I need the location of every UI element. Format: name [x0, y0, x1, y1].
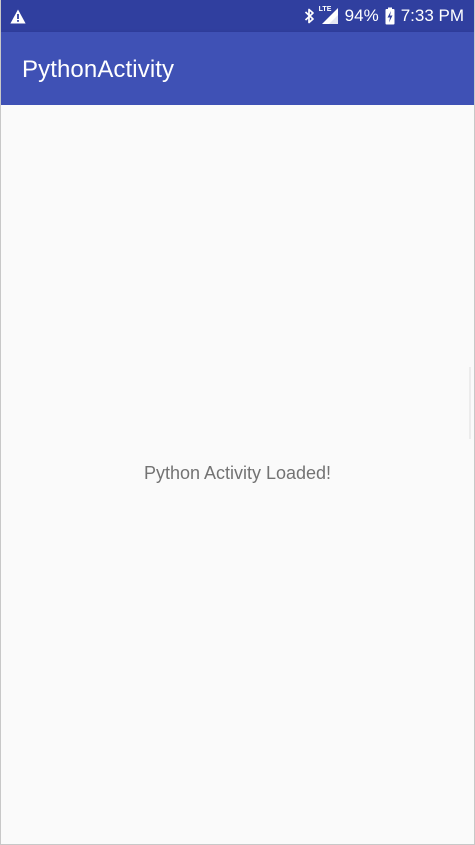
status-indicators: LTE 94% 7:33 PM — [304, 0, 464, 32]
status-time: 7:33 PM — [400, 6, 464, 25]
status-bar: LTE 94% 7:33 PM — [1, 0, 474, 32]
app-bar: PythonActivity — [1, 32, 474, 105]
scrollbar[interactable] — [469, 367, 471, 439]
app-title: PythonActivity — [22, 56, 175, 83]
warning-triangle-icon — [10, 8, 26, 24]
bluetooth-icon — [304, 7, 315, 25]
status-message: Python Activity Loaded! — [143, 463, 332, 483]
network-type-label: LTE — [318, 6, 332, 13]
battery-percent: 94% — [344, 6, 379, 25]
battery-charging-icon — [385, 7, 395, 25]
content-area: Python Activity Loaded! — [1, 105, 474, 844]
screen: LTE 94% 7:33 PM PythonActivity Python Ac… — [0, 0, 475, 845]
lte-signal-icon: LTE — [318, 6, 339, 25]
